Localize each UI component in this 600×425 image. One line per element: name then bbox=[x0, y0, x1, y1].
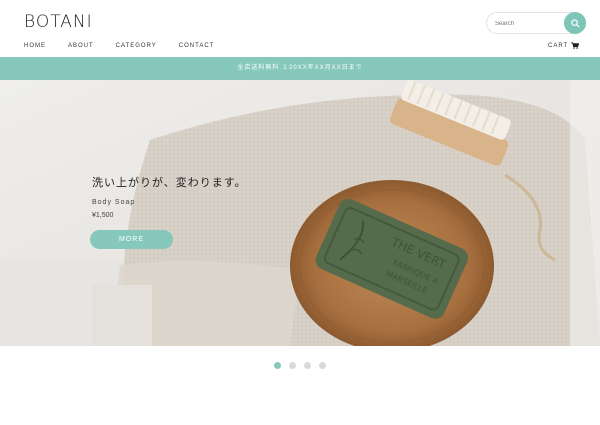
carousel-dots bbox=[274, 362, 326, 369]
nav-contact[interactable]: CONTACT bbox=[179, 43, 215, 49]
carousel-dot-3[interactable] bbox=[304, 362, 311, 369]
carousel-dot-1[interactable] bbox=[274, 362, 281, 369]
search-box bbox=[486, 12, 586, 34]
carousel-dot-2[interactable] bbox=[289, 362, 296, 369]
nav-about[interactable]: ABOUT bbox=[68, 43, 94, 49]
search-icon bbox=[570, 18, 580, 28]
hero-slide: THE VERT FABRIQUE A MARSEILLE 洗い上がりが、変わり… bbox=[0, 80, 600, 346]
cart-link[interactable]: CART bbox=[548, 42, 580, 49]
carousel-dot-4[interactable] bbox=[319, 362, 326, 369]
main-nav: HOME ABOUT CATEGORY CONTACT bbox=[24, 43, 236, 49]
shipping-banner: 全店送料無料 １20XX年XX月XX日まで bbox=[0, 57, 600, 80]
site-logo[interactable]: BOTANI bbox=[24, 12, 93, 32]
search-input[interactable] bbox=[493, 16, 567, 32]
product-price: ¥1,500 bbox=[92, 212, 114, 219]
hero-title: 洗い上がりが、変わります。 bbox=[92, 176, 247, 189]
cart-icon bbox=[571, 42, 580, 49]
nav-category[interactable]: CATEGORY bbox=[116, 43, 157, 49]
nav-home[interactable]: HOME bbox=[24, 43, 46, 49]
search-button[interactable] bbox=[564, 12, 586, 34]
product-name: Body Soap bbox=[92, 199, 136, 206]
cart-label: CART bbox=[548, 42, 569, 49]
more-button[interactable]: MORE bbox=[90, 230, 173, 249]
site-header: BOTANI HOME ABOUT CATEGORY CONTACT CART bbox=[0, 0, 600, 57]
hero-image: THE VERT FABRIQUE A MARSEILLE bbox=[0, 80, 600, 346]
